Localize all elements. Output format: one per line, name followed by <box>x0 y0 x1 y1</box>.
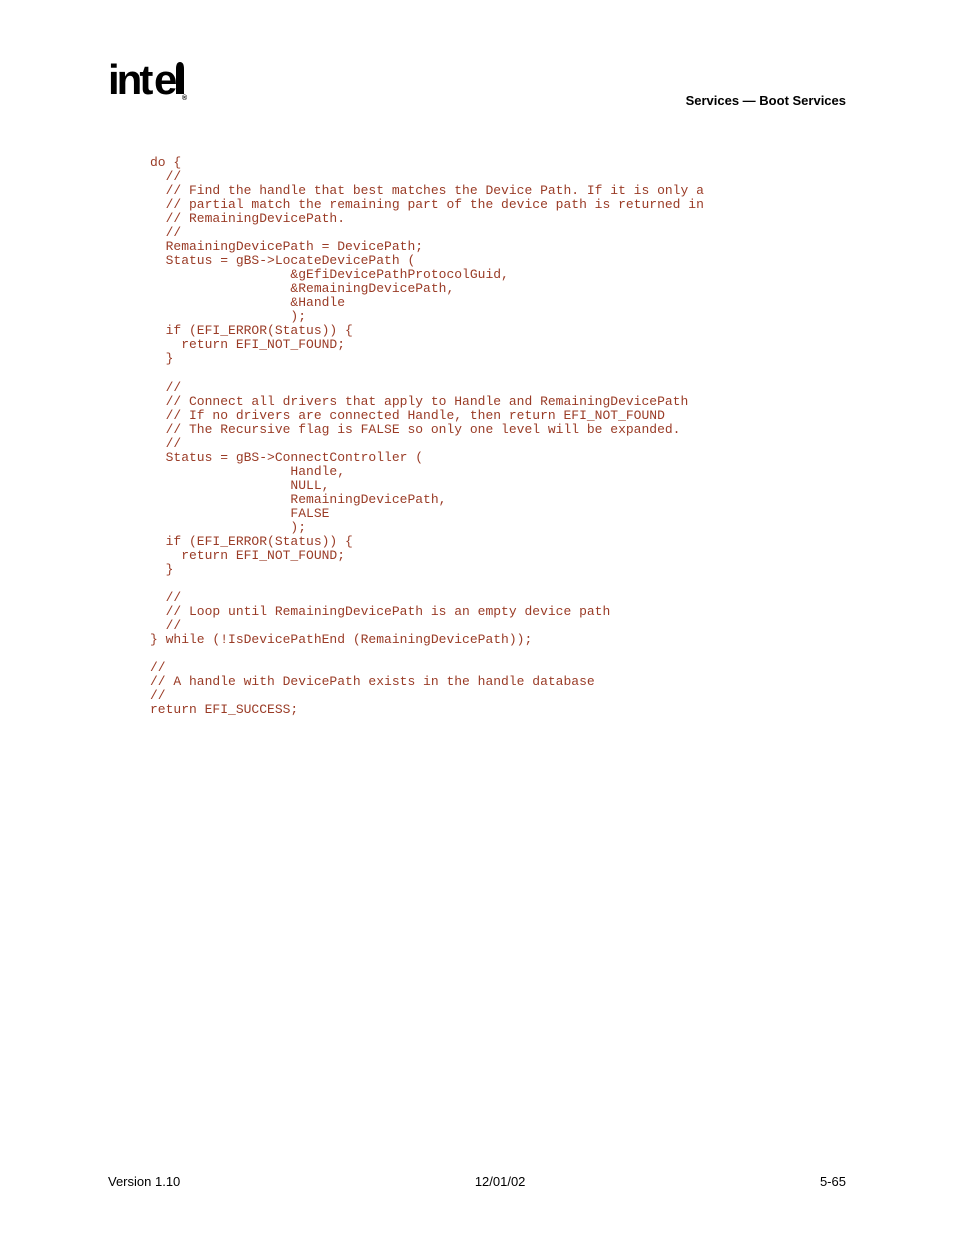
footer-version: Version 1.10 <box>108 1174 180 1189</box>
intel-logo: int e ® <box>108 60 188 110</box>
code-listing: do { // // Find the handle that best mat… <box>150 156 846 717</box>
intel-logo-icon: int e ® <box>108 60 188 102</box>
svg-text:int: int <box>108 60 153 102</box>
section-title: Services — Boot Services <box>686 93 846 110</box>
footer-page: 5-65 <box>820 1174 846 1189</box>
svg-text:e: e <box>154 60 176 102</box>
page: int e ® Services — Boot Services do { //… <box>0 0 954 1235</box>
footer-date: 12/01/02 <box>475 1174 526 1189</box>
page-footer: Version 1.10 12/01/02 5-65 <box>108 1174 846 1189</box>
svg-text:®: ® <box>182 94 188 102</box>
page-header: int e ® Services — Boot Services <box>108 60 846 110</box>
